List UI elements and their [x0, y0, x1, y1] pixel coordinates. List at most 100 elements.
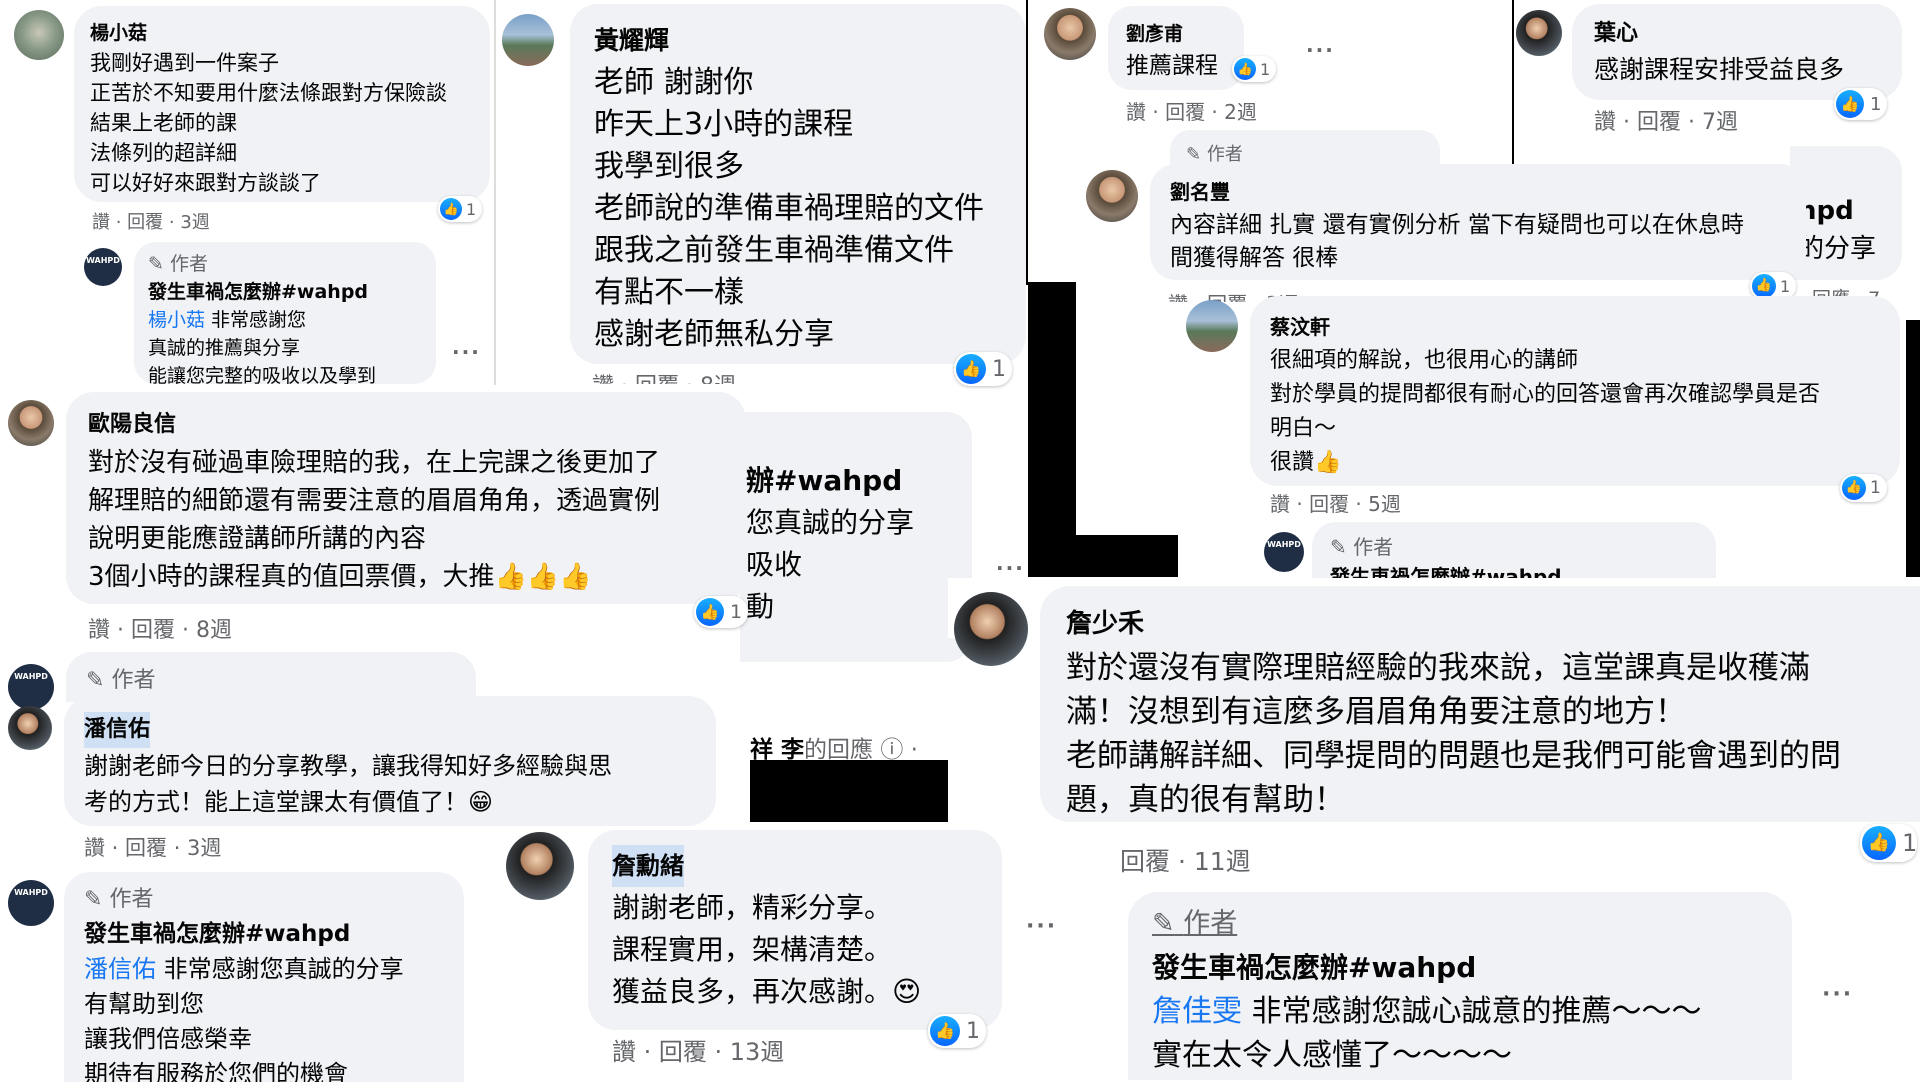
reply-text: 動 [746, 590, 775, 623]
reply-user[interactable]: 祥 李 [750, 737, 804, 763]
author-badge: 作者 [169, 253, 208, 275]
comment-bubble: 楊小菇 我剛好遇到一件案子 正苦於不知要用什麼法條跟對方保險談 結果上老師的課 … [74, 6, 490, 202]
comment-text: 對於還沒有實際理賠經驗的我來說，這堂課真是收穫滿 [1066, 650, 1810, 686]
comment-text: 3個小時的課程真的值回票價，大推👍👍👍 [88, 562, 592, 592]
page-logo[interactable]: WAHPD [8, 664, 54, 710]
reaction-badge[interactable]: 👍 1 [1232, 56, 1277, 82]
reply-text: 期待有服務於您們的機會 [84, 1060, 348, 1082]
commenter-name[interactable]: 潘信佑 [84, 712, 151, 748]
comment-actions[interactable]: 讚 · 回覆 · 8週 [88, 612, 232, 644]
reply-text: 非常感謝您真誠的分享 [156, 955, 404, 983]
comment-text: 老師 謝謝你 [594, 65, 754, 100]
reply-text: 真誠的推薦與分享 [148, 337, 301, 359]
page-name[interactable]: 發生車禍怎麼辦#wahpd [1330, 562, 1698, 578]
comment-text: 考的方式！能上這堂課太有價值了！😁 [84, 788, 494, 816]
reply-text: 能讓您完整的吸收以及學到 [148, 365, 377, 384]
reaction-badge[interactable]: 👍 1 [954, 352, 1012, 386]
avatar[interactable] [1186, 300, 1238, 352]
page-logo[interactable]: WAHPD [8, 880, 54, 926]
comment-text: 很讚👍 [1270, 450, 1342, 475]
like-icon: 👍 [1234, 58, 1256, 80]
tagged-user[interactable]: 楊小菇 [148, 309, 205, 331]
like-icon: 👍 [1752, 274, 1776, 298]
page-logo[interactable]: WAHPD [84, 248, 122, 286]
comment-actions[interactable]: 讚 · 回覆 · 13週 [612, 1032, 784, 1067]
like-icon: 👍 [696, 598, 724, 626]
more-options-button[interactable]: ··· [452, 340, 481, 364]
comment-actions[interactable]: 回覆 · 11週 [1120, 842, 1251, 878]
comment-text: 我剛好遇到一件案子 [90, 51, 279, 75]
tagged-user[interactable]: 潘信佑 [84, 955, 156, 983]
reaction-badge[interactable]: 👍 1 [928, 1014, 986, 1048]
commenter-name[interactable]: 歐陽良信 [88, 406, 724, 444]
commenter-name[interactable]: 詹勳緒 [612, 845, 684, 887]
reaction-badge[interactable]: 👍 1 [694, 596, 749, 628]
more-options-button[interactable]: ··· [1822, 982, 1853, 1007]
comment-actions[interactable]: 讚 · 回覆 · 3週 [84, 832, 221, 862]
page-logo[interactable]: WAHPD [1264, 532, 1304, 572]
reaction-badge[interactable]: 👍 1 [438, 196, 483, 222]
avatar[interactable] [506, 832, 574, 900]
black-panel [1028, 535, 1178, 577]
avatar[interactable] [8, 400, 54, 446]
pen-icon: ✎ [1152, 908, 1175, 939]
comment-text: 有點不一樣 [594, 275, 744, 310]
avatar[interactable] [8, 706, 52, 750]
pen-icon: ✎ [86, 668, 105, 693]
comment-actions[interactable]: 讚 · 回覆 · 5週 [1270, 488, 1401, 517]
avatar[interactable] [1044, 8, 1096, 60]
commenter-name[interactable]: 黃耀輝 [594, 20, 1002, 62]
divider [494, 0, 496, 385]
commenter-name[interactable]: 葉心 [1594, 16, 1880, 52]
reply-text: 的分享 [1798, 234, 1877, 264]
commenter-name[interactable]: 劉名豐 [1170, 176, 1786, 209]
like-icon: 👍 [1842, 476, 1866, 500]
comment-text: 說明更能應證講師所講的內容 [88, 524, 427, 554]
comment-actions[interactable]: 讚 · 回覆 · 8週 [592, 368, 736, 384]
avatar[interactable] [1516, 10, 1562, 56]
more-options-button[interactable]: ··· [996, 556, 1025, 580]
page-name[interactable]: 發生車禍怎麼辦#wahpd [84, 917, 444, 952]
pen-icon: ✎ [148, 253, 164, 275]
comment-text: 內容詳細 扎實 還有實例分析 當下有疑問也可以在休息時 [1170, 212, 1744, 238]
comment-text: 我學到很多 [594, 149, 744, 184]
reaction-count: 1 [1902, 829, 1918, 857]
commenter-name[interactable]: 劉彥甫 [1126, 18, 1226, 50]
reply-text: 非常感謝您 [205, 309, 307, 331]
avatar[interactable] [1086, 170, 1138, 222]
comment-text: 結果上老師的課 [90, 111, 237, 135]
more-options-button[interactable]: ··· [1026, 914, 1057, 939]
reaction-count: 1 [466, 199, 477, 219]
pen-icon: ✎ [1186, 144, 1202, 165]
comment-actions[interactable]: 讚 · 回覆 · 3週 [92, 208, 210, 234]
page-name[interactable]: 發生車禍怎麼辦#wahpd [148, 278, 422, 306]
comment-text: 對於學員的提問都很有耐心的回答還會再次確認學員是否 [1270, 382, 1821, 407]
avatar[interactable] [502, 14, 554, 66]
reaction-badge[interactable]: 👍 1 [1834, 88, 1888, 120]
tagged-user[interactable]: 詹佳雯 [1152, 994, 1242, 1029]
divider [1512, 0, 1514, 170]
commenter-name[interactable]: 蔡汶軒 [1270, 310, 1880, 344]
more-options-button[interactable]: ··· [1306, 38, 1335, 62]
reply-text: 讓我們倍感榮幸 [84, 1025, 252, 1053]
comment-actions[interactable]: 讚 · 回覆 · 7週 [1594, 104, 1738, 136]
commenter-name[interactable]: 詹少禾 [1066, 602, 1894, 646]
reply-footer[interactable]: 祥 李的回應 ⓘ · [750, 730, 918, 764]
reply-text: 非常感謝您誠心誠意的推薦～～～ [1242, 994, 1702, 1029]
like-icon: 👍 [956, 354, 986, 384]
comment-actions[interactable]: 讚 · 回覆 · 2週 [1126, 96, 1257, 125]
reaction-count: 1 [1870, 478, 1881, 498]
comment-bubble: 葉心 感謝課程安排受益良多 [1572, 4, 1902, 100]
avatar[interactable] [954, 592, 1028, 666]
reply-text: 吸收 [746, 548, 803, 581]
comment-text: 滿！沒想到有這麼多眉眉角角要注意的地方！ [1066, 694, 1686, 730]
commenter-name[interactable]: 楊小菇 [90, 18, 474, 48]
avatar[interactable] [14, 10, 64, 60]
reply-bubble: ✎ 作者 [66, 652, 476, 702]
reply-text: 實在太令人感懂了～～～～ [1152, 1038, 1512, 1073]
reaction-badge[interactable]: 👍 1 [1860, 824, 1918, 862]
reaction-badge[interactable]: 👍 1 [1840, 474, 1887, 502]
author-badge: 作者 [1206, 144, 1243, 165]
page-name[interactable]: 發生車禍怎麼辦#wahpd [1152, 946, 1768, 990]
comment-text: 獲益良多，再次感謝。😍 [612, 975, 922, 1008]
